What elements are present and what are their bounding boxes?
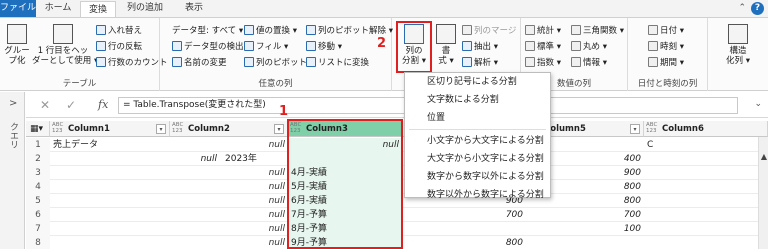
scroll-up-icon[interactable]: ▲ <box>761 152 767 161</box>
structured-column-icon <box>728 24 748 44</box>
fill-button[interactable]: フィル ▾ <box>244 40 288 52</box>
group-datetime-column: 日付 ▾ 時刻 ▾ 期間 ▾ 日付と時刻の列 <box>628 18 708 91</box>
extract-button[interactable]: 抽出 ▾ <box>462 40 498 52</box>
trigonometry-button[interactable]: 三角関数 ▾ <box>571 24 624 36</box>
transpose-button[interactable]: 入れ替え <box>96 24 142 36</box>
highlight-column3 <box>287 119 403 249</box>
data-type-dropdown[interactable]: データ型: すべて ▾ <box>172 24 243 36</box>
transpose-icon <box>96 25 106 35</box>
statistics-icon <box>525 25 535 35</box>
parse-icon <box>462 57 472 67</box>
tab-add-column[interactable]: 列の追加 <box>120 0 170 17</box>
column-header-1[interactable]: ABC 123 Column1 ▾ <box>50 121 170 137</box>
extract-icon <box>462 41 472 51</box>
menu-separator <box>409 129 546 130</box>
fx-icon[interactable]: fx <box>98 98 108 111</box>
menu-item-split-by-chars[interactable]: 文字数による分割 <box>405 91 550 109</box>
clock-icon <box>648 41 658 51</box>
filter-dropdown-icon[interactable]: ▾ <box>274 124 284 134</box>
use-first-row-button[interactable]: 1 行目をヘッ ダーとして使用 ▾ <box>32 24 98 66</box>
reverse-rows-icon <box>96 41 106 51</box>
format-icon <box>436 24 456 44</box>
ribbon: グルー プ化 1 行目をヘッ ダーとして使用 ▾ 入れ替え 行の反転 行数のカウ… <box>0 17 768 91</box>
reverse-rows-button[interactable]: 行の反転 <box>96 40 142 52</box>
detect-type-icon <box>172 41 182 51</box>
queries-label: クエリ <box>8 122 18 149</box>
list-icon <box>306 57 316 67</box>
date-button[interactable]: 日付 ▾ <box>648 24 684 36</box>
merge-icon <box>462 25 472 35</box>
menu-item-split-by-delimiter[interactable]: 区切り記号による分割 <box>405 73 550 91</box>
group-label-any-column: 任意の列 <box>258 79 293 89</box>
move-icon <box>306 41 316 51</box>
pivot-column-button[interactable]: 列のピボット <box>244 56 307 68</box>
time-button[interactable]: 時刻 ▾ <box>648 40 684 52</box>
replace-values-icon <box>244 25 254 35</box>
step-number-1: 1 <box>279 104 289 119</box>
tab-file[interactable]: ファイル <box>0 0 36 17</box>
count-rows-button[interactable]: 行数のカウント <box>96 56 168 68</box>
table-menu-icon[interactable]: ▦▾ <box>26 121 50 137</box>
duration-icon <box>648 57 658 67</box>
pivot-icon <box>244 57 254 67</box>
tab-transform[interactable]: 変換 <box>80 1 116 17</box>
menu-item-lower-to-upper[interactable]: 小文字から大文字による分割 <box>405 132 550 150</box>
formula-bar: ✕ ✓ fx = Table.Transpose(変更された型) ⌄ <box>26 94 768 118</box>
help-icon[interactable]: ? <box>751 2 764 15</box>
menu-item-digit-to-nondigit[interactable]: 数字から数字以外による分割 <box>405 168 550 186</box>
rounding-icon <box>571 41 581 51</box>
convert-to-list-button[interactable]: リストに変換 <box>306 56 369 68</box>
column-header-6[interactable]: ABC 123 Column6 <box>644 121 768 137</box>
trigonometry-icon <box>571 25 581 35</box>
information-button[interactable]: 情報 ▾ <box>571 56 607 68</box>
unpivot-icon <box>306 25 316 35</box>
split-column-menu: 区切り記号による分割 文字数による分割 位置 小文字から大文字による分割 大文字… <box>404 72 551 200</box>
filter-dropdown-icon[interactable]: ▾ <box>630 124 640 134</box>
column-header-2[interactable]: ABC 123 Column2 ▾ <box>170 121 288 137</box>
menu-item-nondigit-to-digit[interactable]: 数字以外から数字による分割 <box>405 186 550 204</box>
group-label-table: テーブル <box>62 79 97 89</box>
move-button[interactable]: 移動 ▾ <box>306 40 342 52</box>
information-icon <box>571 57 581 67</box>
scientific-icon <box>525 57 535 67</box>
fill-icon <box>244 41 254 51</box>
group-table: グルー プ化 1 行目をヘッ ダーとして使用 ▾ 入れ替え 行の反転 行数のカウ… <box>0 18 168 91</box>
queries-pane-collapsed[interactable]: > クエリ <box>0 92 25 249</box>
duration-button[interactable]: 期間 ▾ <box>648 56 684 68</box>
scientific-button[interactable]: 指数 ▾ <box>525 56 561 68</box>
table-header-icon <box>53 24 73 44</box>
confirm-icon[interactable]: ✓ <box>66 98 76 112</box>
detect-type-button[interactable]: データ型の検出 <box>172 40 244 52</box>
tab-home[interactable]: ホーム <box>40 0 76 17</box>
expand-formula-icon[interactable]: ⌄ <box>754 99 762 109</box>
replace-values-button[interactable]: 値の置換 ▾ <box>244 24 297 36</box>
menu-item-split-by-position[interactable]: 位置 <box>405 109 550 127</box>
group-by-icon <box>7 24 27 44</box>
highlight-split-button <box>396 21 432 73</box>
collapse-ribbon-icon[interactable]: ⌃ <box>738 3 746 13</box>
parse-button[interactable]: 解析 ▾ <box>462 56 498 68</box>
group-label-datetime: 日付と時刻の列 <box>637 79 698 89</box>
format-button[interactable]: 書 式 ▾ <box>434 24 458 66</box>
unpivot-button[interactable]: 列のピボット解除 ▾ <box>306 24 393 36</box>
rename-button[interactable]: 名前の変更 <box>172 56 227 68</box>
menu-item-upper-to-lower[interactable]: 大文字から小文字による分割 <box>405 150 550 168</box>
expand-arrow-icon[interactable]: > <box>9 98 17 109</box>
merge-columns-button[interactable]: 列のマージ <box>462 24 516 36</box>
standard-icon <box>525 41 535 51</box>
structured-column-button[interactable]: 構造 化列 ▾ <box>716 24 760 66</box>
step-number-2: 2 <box>377 36 387 51</box>
filter-dropdown-icon[interactable]: ▾ <box>156 124 166 134</box>
group-any-column: データ型: すべて ▾ データ型の検出 名前の変更 値の置換 ▾ フィル ▾ 列… <box>160 18 393 91</box>
rename-icon <box>172 57 182 67</box>
count-rows-icon <box>96 57 106 67</box>
calendar-icon <box>648 25 658 35</box>
statistics-button[interactable]: 統計 ▾ <box>525 24 561 36</box>
rounding-button[interactable]: 丸め ▾ <box>571 40 607 52</box>
tab-view[interactable]: 表示 <box>176 0 212 17</box>
ribbon-tab-bar: ファイル ホーム 変換 列の追加 表示 ⌃ ? <box>0 0 768 17</box>
cancel-icon[interactable]: ✕ <box>40 98 50 112</box>
standard-button[interactable]: 標準 ▾ <box>525 40 561 52</box>
group-by-button[interactable]: グルー プ化 <box>4 24 30 66</box>
